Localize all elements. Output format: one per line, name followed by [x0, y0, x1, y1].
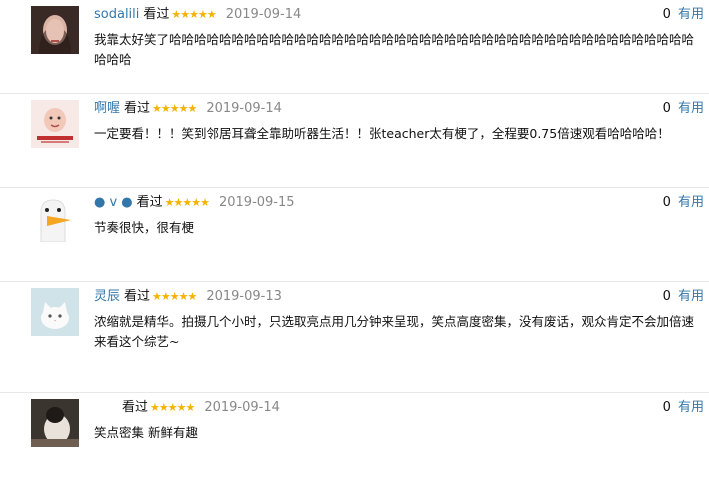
rating-stars-icon: ★★★★★: [164, 196, 210, 209]
comment-date: 2019-09-13: [206, 289, 282, 304]
vote-count: 0: [662, 400, 671, 415]
avatar-photo-icon: [31, 399, 79, 447]
comment-meta: ● v ● 看过 ★★★★★ 2019-09-15: [94, 194, 295, 212]
rating-stars-icon: ★★★★★: [152, 102, 197, 115]
comment-item: ● v ● 看过 ★★★★★ 2019-09-15 0 有用 节奏很快，很有梗: [0, 188, 709, 282]
avatar-goose-icon: [31, 194, 79, 242]
watch-status: 看过: [124, 289, 151, 304]
comment-text: 我靠太好笑了哈哈哈哈哈哈哈哈哈哈哈哈哈哈哈哈哈哈哈哈哈哈哈哈哈哈哈哈哈哈哈哈哈哈…: [94, 32, 695, 67]
username-link[interactable]: ● v ●: [94, 194, 133, 212]
avatar[interactable]: [31, 6, 79, 54]
comment-meta: 啊喔 看过 ★★★★★ 2019-09-14: [94, 100, 282, 118]
avatar[interactable]: [31, 194, 79, 242]
avatar-portrait-icon: [31, 6, 79, 54]
comment-date: 2019-09-15: [218, 195, 295, 210]
vote-area: 0 有用: [663, 288, 704, 306]
comment-item: 灵辰 看过 ★★★★★ 2019-09-13 0 有用 浓缩就是精华。拍摄几个小…: [0, 282, 709, 393]
watch-status: 看过: [122, 400, 149, 415]
comment-meta: sodalili 看过 ★★★★★ 2019-09-14: [94, 6, 301, 24]
vote-count: 0: [662, 7, 671, 22]
comment-item: 啊喔 看过 ★★★★★ 2019-09-14 0 有用 一定要看！！！笑到邻居耳…: [0, 94, 709, 188]
watch-status: 看过: [136, 195, 163, 210]
comment-meta: 看过 ★★★★★ 2019-09-14: [94, 399, 280, 417]
rating-stars-icon: ★★★★★: [152, 290, 197, 303]
avatar-baby-icon: [31, 100, 79, 148]
useful-button[interactable]: 有用: [678, 195, 704, 210]
comment-text: 浓缩就是精华。拍摄几个小时，只选取亮点用几分钟来呈现，笑点高度密集，没有废话，观…: [94, 314, 695, 349]
username-link[interactable]: sodalili: [94, 6, 139, 24]
comment-meta: 灵辰 看过 ★★★★★ 2019-09-13: [94, 288, 282, 306]
username-link[interactable]: 啊喔: [94, 100, 120, 118]
watch-status: 看过: [124, 101, 151, 116]
avatar[interactable]: [31, 288, 79, 336]
useful-button[interactable]: 有用: [678, 400, 704, 415]
username-link[interactable]: 灵辰: [94, 288, 120, 306]
avatar[interactable]: [31, 100, 79, 148]
comment-text: 节奏很快，很有梗: [94, 220, 195, 235]
vote-area: 0 有用: [663, 194, 704, 212]
useful-button[interactable]: 有用: [678, 7, 704, 22]
vote-area: 0 有用: [663, 6, 704, 24]
comment-date: 2019-09-14: [204, 400, 280, 415]
comment-date: 2019-09-14: [225, 7, 302, 22]
comment-list: sodalili 看过 ★★★★★ 2019-09-14 0 有用 我靠太好笑了…: [0, 0, 709, 485]
comment-item: 看过 ★★★★★ 2019-09-14 0 有用 笑点密集 新鲜有趣: [0, 393, 709, 485]
useful-button[interactable]: 有用: [678, 101, 704, 116]
rating-stars-icon: ★★★★★: [150, 401, 195, 414]
useful-button[interactable]: 有用: [678, 289, 704, 304]
avatar[interactable]: [31, 399, 79, 447]
comment-date: 2019-09-14: [206, 101, 282, 116]
watch-status: 看过: [143, 7, 170, 22]
comment-text: 笑点密集 新鲜有趣: [94, 425, 198, 440]
rating-stars-icon: ★★★★★: [171, 8, 216, 21]
vote-area: 0 有用: [663, 399, 704, 417]
vote-count: 0: [662, 195, 671, 210]
vote-count: 0: [662, 289, 671, 304]
comment-item: sodalili 看过 ★★★★★ 2019-09-14 0 有用 我靠太好笑了…: [0, 0, 709, 94]
comment-text: 一定要看！！！笑到邻居耳聋全靠助听器生活！！张teacher太有梗了，全程要0.…: [94, 126, 670, 141]
vote-area: 0 有用: [663, 100, 704, 118]
vote-count: 0: [662, 101, 671, 116]
avatar-kitten-icon: [31, 288, 79, 336]
